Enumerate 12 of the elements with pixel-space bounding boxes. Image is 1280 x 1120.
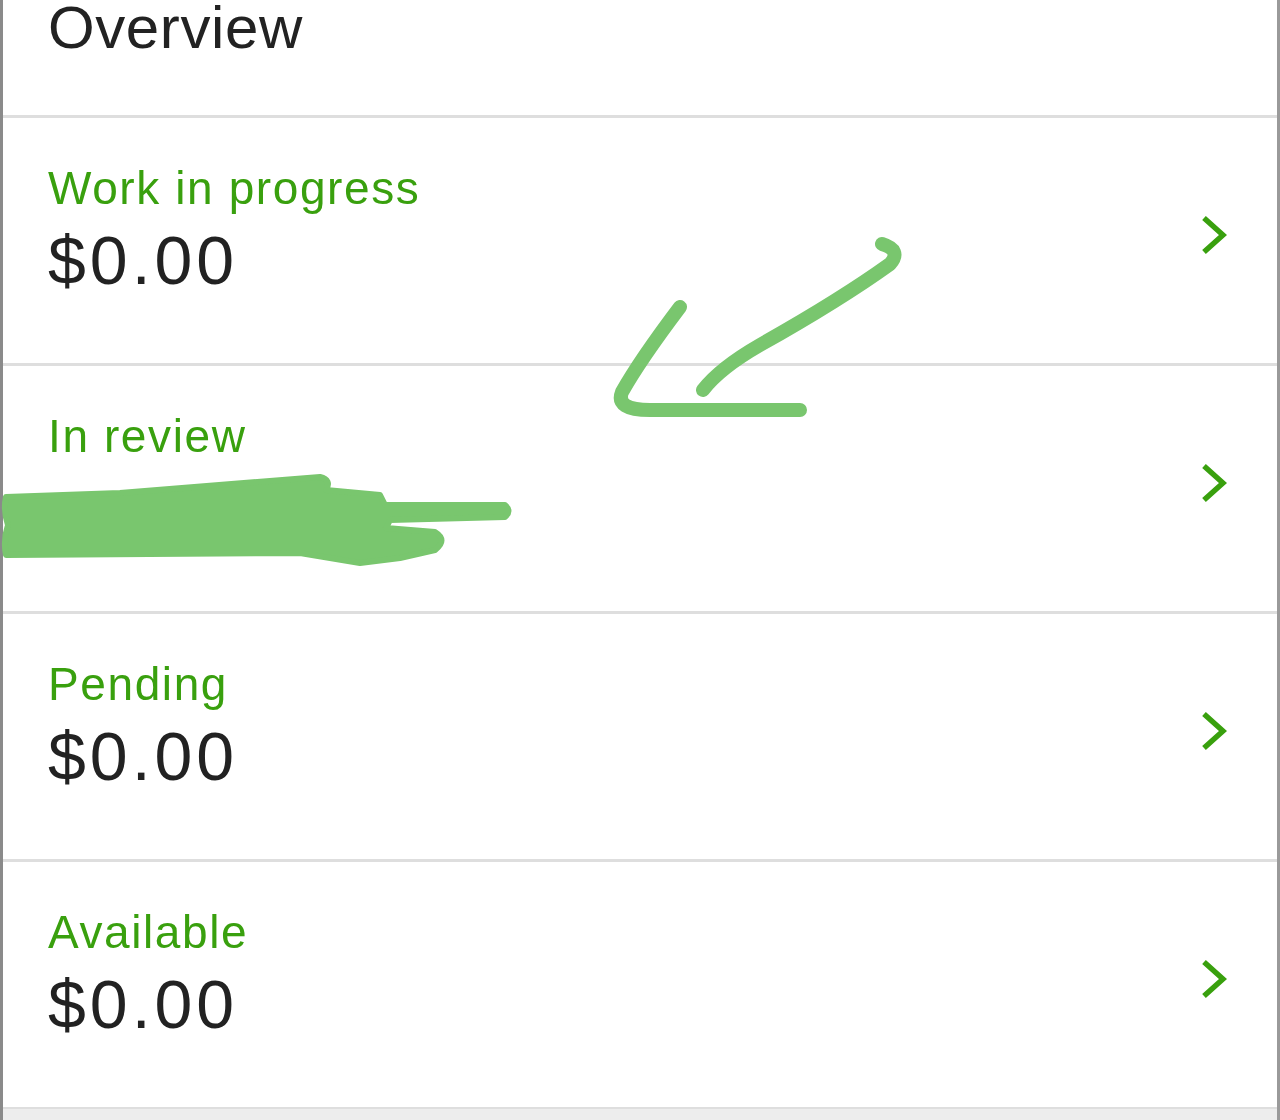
amount-text: $0.00 — [48, 718, 239, 794]
status-label: Work in progress — [48, 161, 421, 216]
chevron-right-icon[interactable] — [1201, 462, 1227, 503]
amount-text: $0.00 — [48, 222, 239, 298]
status-label: Available — [48, 905, 249, 960]
chevron-right-icon[interactable] — [1201, 710, 1227, 751]
chevron-right-icon[interactable] — [1201, 958, 1227, 999]
chevron-right-icon[interactable] — [1201, 214, 1227, 255]
amount-text: $0.00 — [48, 966, 239, 1042]
status-label: Pending — [48, 657, 229, 712]
status-label: In review — [48, 409, 247, 464]
overview-title: Overview — [47, 0, 303, 58]
